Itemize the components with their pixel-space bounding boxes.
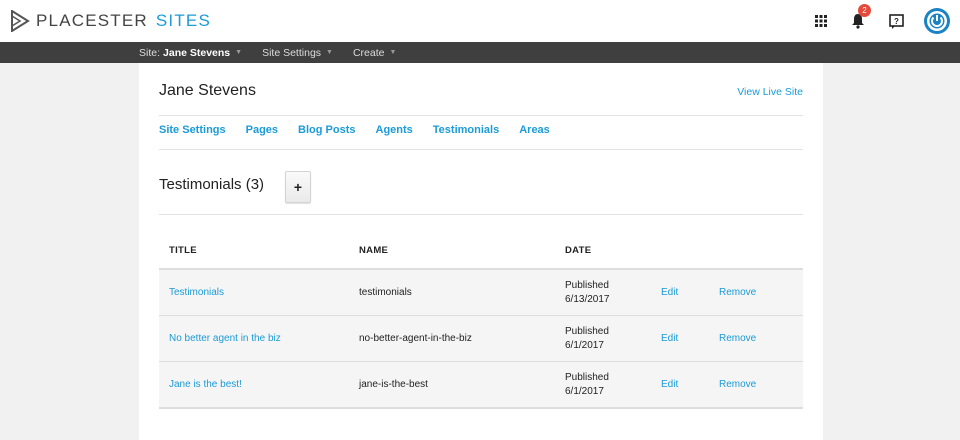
- row-date: Published 6/1/2017: [565, 325, 661, 353]
- row-name: jane-is-the-best: [359, 379, 428, 390]
- placester-logo[interactable]: PLACESTER SITES: [10, 10, 211, 32]
- column-header-title: TITLE: [169, 245, 197, 256]
- site-tabs: Site Settings Pages Blog Posts Agents Te…: [159, 124, 570, 136]
- row-date: Published 6/13/2017: [565, 279, 661, 307]
- row-title-link[interactable]: No better agent in the biz: [159, 333, 359, 344]
- create-menu[interactable]: Create ▼: [353, 47, 396, 59]
- row-status: Published: [565, 371, 609, 383]
- edit-link[interactable]: Edit: [661, 333, 719, 344]
- table-row: Testimonials testimonials Published 6/13…: [159, 270, 803, 316]
- column-header-name: NAME: [359, 245, 389, 256]
- row-status: Published: [565, 279, 609, 291]
- row-name: no-better-agent-in-the-biz: [359, 333, 472, 344]
- tab-pages[interactable]: Pages: [246, 124, 278, 136]
- site-selector-prefix: Site:: [139, 46, 161, 59]
- remove-link[interactable]: Remove: [719, 287, 803, 298]
- row-date-value: 6/1/2017: [565, 385, 604, 397]
- divider: [159, 214, 803, 215]
- edit-link[interactable]: Edit: [661, 287, 719, 298]
- row-date-value: 6/13/2017: [565, 293, 610, 305]
- chevron-down-icon: ▼: [389, 49, 397, 56]
- notifications-bell-icon[interactable]: 2: [850, 4, 871, 30]
- tab-agents[interactable]: Agents: [376, 124, 413, 136]
- table-row: Jane is the best! jane-is-the-best Publi…: [159, 362, 803, 409]
- row-date: Published 6/1/2017: [565, 371, 661, 399]
- row-date-value: 6/1/2017: [565, 339, 604, 351]
- site-subnav: Site: Jane Stevens ▼ Site Settings ▼ Cre…: [0, 42, 960, 63]
- row-name: testimonials: [359, 287, 412, 298]
- row-title-link[interactable]: Jane is the best!: [159, 379, 359, 390]
- chevron-down-icon: ▼: [326, 49, 333, 56]
- brand-name: PLACESTER: [36, 11, 148, 30]
- placester-logo-icon: [11, 10, 30, 32]
- testimonials-table: TITLE NAME DATE Testimonials testimonial…: [159, 233, 803, 409]
- tab-blog-posts[interactable]: Blog Posts: [298, 124, 355, 136]
- remove-link[interactable]: Remove: [719, 379, 803, 390]
- chevron-down-icon: ▼: [235, 49, 243, 56]
- site-settings-menu[interactable]: Site Settings ▼: [262, 47, 333, 59]
- remove-link[interactable]: Remove: [719, 333, 803, 344]
- page-title: Jane Stevens: [159, 82, 256, 99]
- view-live-site-link[interactable]: View Live Site: [737, 86, 803, 98]
- divider: [159, 115, 803, 116]
- row-status: Published: [565, 325, 609, 337]
- add-testimonial-button[interactable]: +: [285, 171, 311, 203]
- help-icon[interactable]: ?: [888, 13, 904, 29]
- tab-site-settings[interactable]: Site Settings: [159, 124, 226, 136]
- site-selector-name: Jane Stevens: [163, 46, 231, 59]
- product-name: SITES: [155, 11, 212, 30]
- create-menu-label: Create: [352, 46, 385, 59]
- section-title: Testimonials (3): [159, 176, 265, 193]
- site-selector[interactable]: Site: Jane Stevens ▼: [139, 47, 242, 59]
- site-settings-menu-label: Site Settings: [262, 46, 322, 59]
- row-title-link[interactable]: Testimonials: [159, 287, 359, 298]
- column-header-date: DATE: [565, 244, 592, 256]
- table-header: TITLE NAME DATE: [159, 233, 803, 270]
- top-bar: PLACESTER SITES 2 ?: [0, 0, 960, 42]
- account-power-icon[interactable]: [924, 8, 950, 34]
- tab-areas[interactable]: Areas: [519, 124, 550, 136]
- divider: [159, 149, 803, 150]
- table-row: No better agent in the biz no-better-age…: [159, 316, 803, 362]
- tab-testimonials[interactable]: Testimonials: [433, 124, 499, 136]
- content-panel: Jane Stevens View Live Site Site Setting…: [139, 63, 823, 440]
- svg-text:?: ?: [894, 17, 899, 26]
- apps-grid-icon[interactable]: [814, 14, 828, 28]
- edit-link[interactable]: Edit: [661, 379, 719, 390]
- notification-badge: 2: [858, 4, 871, 17]
